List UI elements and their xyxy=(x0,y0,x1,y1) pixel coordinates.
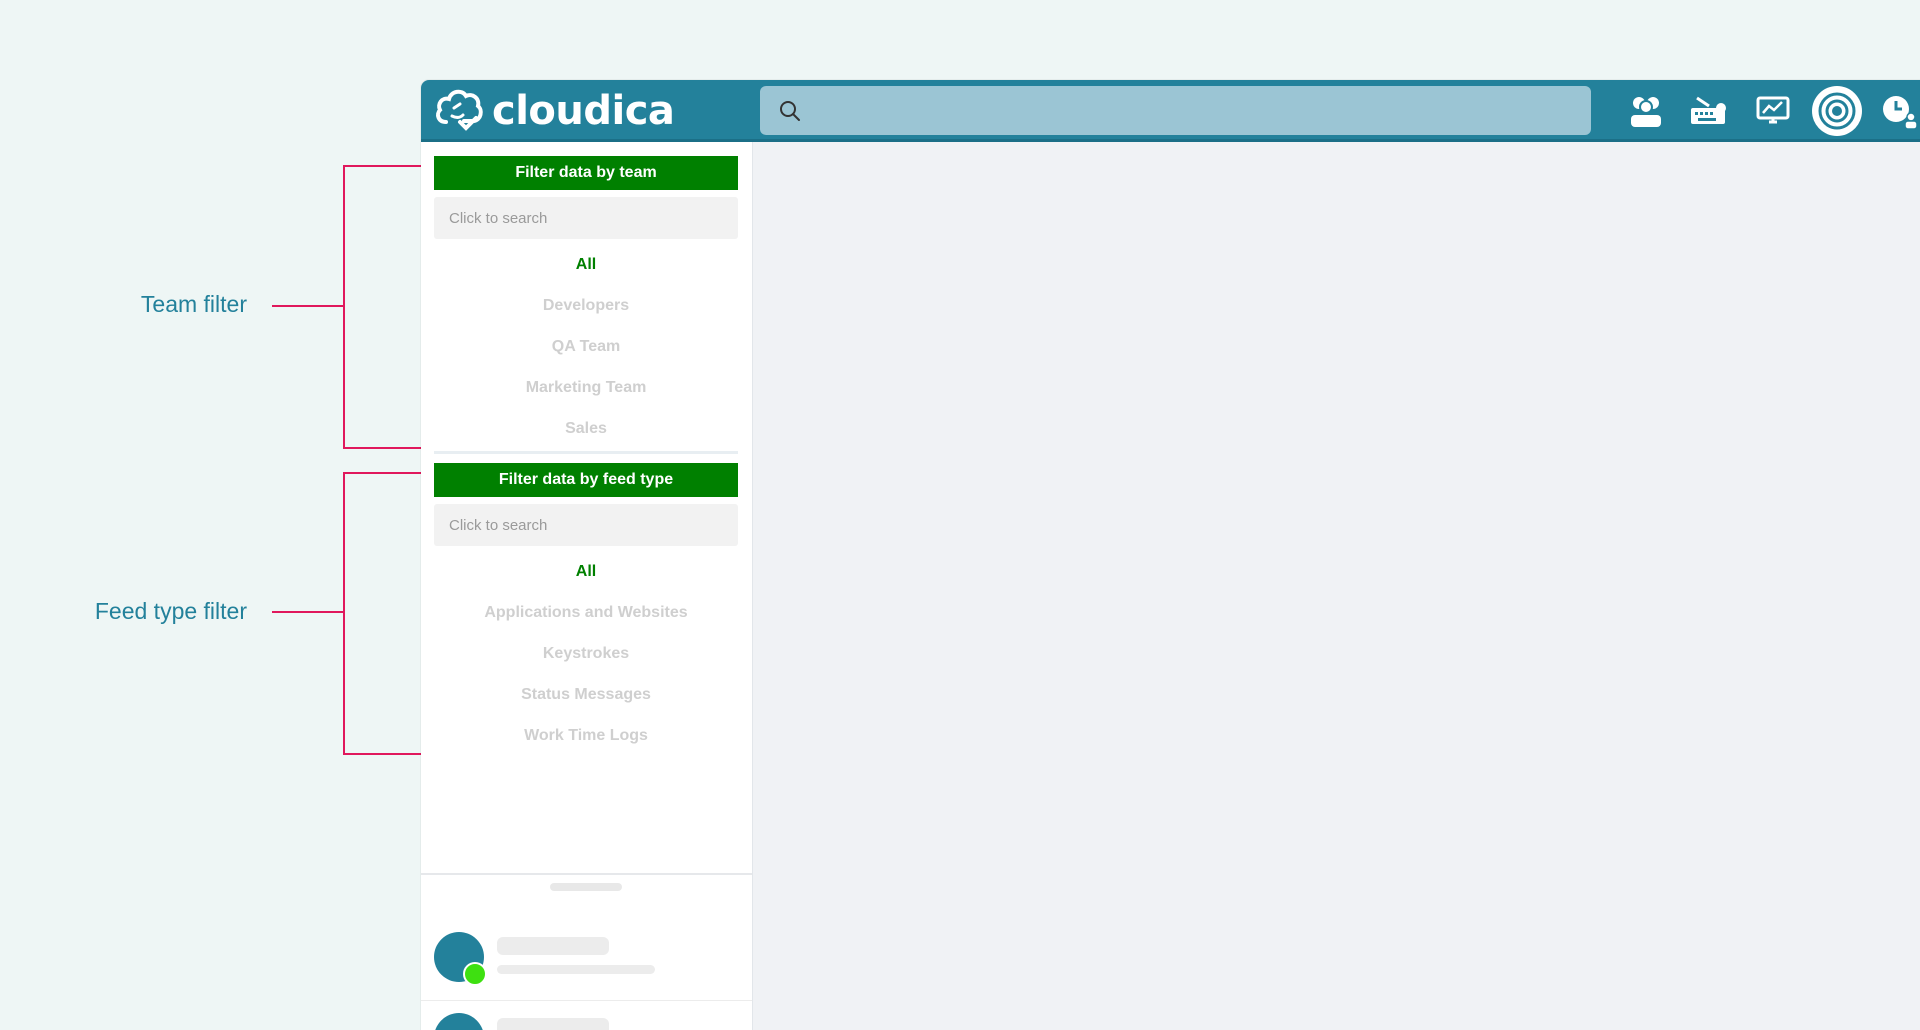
feed-type-filter-search-input[interactable] xyxy=(434,504,738,546)
team-filter-item-developers[interactable]: Developers xyxy=(434,297,738,315)
search-icon xyxy=(779,100,801,122)
user-list-item[interactable] xyxy=(421,920,752,1000)
user-status-placeholder xyxy=(497,965,655,974)
feed-type-filter-item-status-messages[interactable]: Status Messages xyxy=(434,686,738,704)
team-filter-header: Filter data by team xyxy=(434,156,738,190)
logo[interactable]: cloudica xyxy=(434,86,675,137)
cloud-logo-icon xyxy=(434,86,484,137)
live-broadcast-icon[interactable] xyxy=(1811,85,1863,137)
app-window: cloudica Filter data by team All Develo xyxy=(421,80,1920,1030)
user-list-item[interactable] xyxy=(421,1001,752,1030)
feed-type-filter-header: Filter data by feed type xyxy=(434,463,738,497)
logo-text: cloudica xyxy=(492,88,675,134)
feed-type-filter-item-all[interactable]: All xyxy=(434,563,738,581)
team-filter-search-input[interactable] xyxy=(434,197,738,239)
clock-user-icon[interactable] xyxy=(1877,88,1920,134)
feed-type-filter-item-keystrokes[interactable]: Keystrokes xyxy=(434,645,738,663)
team-filter-item-qa-team[interactable]: QA Team xyxy=(434,338,738,356)
team-filter-item-sales[interactable]: Sales xyxy=(434,420,738,438)
filter-sidebar: Filter data by team All Developers QA Te… xyxy=(421,142,753,1030)
top-bar: cloudica xyxy=(421,80,1920,142)
panel-resize-handle[interactable] xyxy=(550,883,622,891)
online-status-indicator xyxy=(463,962,487,986)
filter-divider xyxy=(434,451,738,454)
global-search[interactable] xyxy=(760,85,1591,136)
avatar xyxy=(434,1013,484,1030)
team-icon[interactable] xyxy=(1623,88,1669,134)
feed-type-filter-item-applications[interactable]: Applications and Websites xyxy=(434,604,738,622)
users-panel xyxy=(421,873,752,1030)
feed-type-filter-item-work-time-logs[interactable]: Work Time Logs xyxy=(434,727,738,745)
user-name-placeholder xyxy=(497,937,609,955)
monitor-chart-icon[interactable] xyxy=(1750,88,1796,134)
team-filter-item-all[interactable]: All xyxy=(434,256,738,274)
feed-type-filter-annotation: Feed type filter xyxy=(94,598,247,624)
annotation-brackets xyxy=(272,165,421,755)
team-filter-item-marketing-team[interactable]: Marketing Team xyxy=(434,379,738,397)
user-name-placeholder xyxy=(497,1018,609,1030)
team-filter-annotation: Team filter xyxy=(140,291,247,317)
search-input[interactable] xyxy=(811,85,1591,136)
keyboard-icon[interactable] xyxy=(1686,88,1732,134)
